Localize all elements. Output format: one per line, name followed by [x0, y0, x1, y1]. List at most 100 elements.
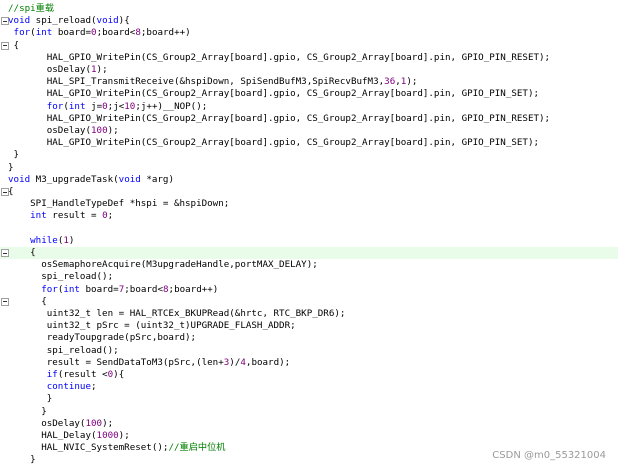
code-token: osSemaphoreAcquire(M3upgradeHandle,portM…	[41, 259, 318, 271]
code-line[interactable]: {	[0, 247, 618, 260]
code-line[interactable]: {	[0, 296, 618, 308]
number-token: 36	[384, 76, 396, 88]
code-token: ;board<	[96, 27, 136, 39]
code-line[interactable]: HAL_GPIO_WritePin(CS_Group2_Array[board]…	[0, 52, 618, 64]
number-token: 100	[85, 417, 103, 429]
code-line[interactable]: spi_reload();	[0, 345, 618, 357]
code-line[interactable]: readyToupgrade(pSrc,board);	[0, 332, 618, 344]
keyword-token: int	[35, 27, 53, 39]
code-line[interactable]: HAL_GPIO_WritePin(CS_Group2_Array[board]…	[0, 137, 618, 149]
code-text: HAL_GPIO_WritePin(CS_Group2_Array[board]…	[8, 113, 550, 125]
code-token: }	[13, 149, 20, 161]
code-line[interactable]: osDelay(1);	[0, 64, 618, 76]
code-text: HAL_GPIO_WritePin(CS_Group2_Array[board]…	[8, 137, 539, 149]
code-line[interactable]: uint32_t pSrc = (uint32_t)UPGRADE_FLASH_…	[0, 320, 618, 332]
code-line[interactable]: }	[0, 393, 618, 405]
code-line[interactable]: void spi_reload(void){	[0, 15, 618, 27]
code-text: uint32_t len = HAL_RTCEx_BKUPRead(&hrtc,…	[8, 308, 346, 320]
code-line[interactable]: {	[0, 40, 618, 52]
code-line[interactable]: }	[0, 406, 618, 418]
code-line[interactable]	[0, 223, 618, 235]
keyword-token: for	[13, 27, 31, 39]
keyword-token: int	[63, 283, 80, 295]
code-text: osDelay(100);	[8, 418, 113, 430]
code-line[interactable]: osSemaphoreAcquire(M3upgradeHandle,portM…	[0, 259, 618, 271]
code-line[interactable]: }	[0, 162, 618, 174]
code-line[interactable]: for(int board=0;board<8;board++)	[0, 27, 618, 39]
keyword-token: void	[118, 173, 141, 185]
code-text: SPI_HandleTypeDef *hspi = &hspiDown;	[8, 198, 229, 210]
code-token: ;	[91, 381, 97, 393]
code-text: }	[8, 149, 20, 161]
code-line[interactable]: for(int j=0;j<10;j++)__NOP();	[0, 101, 618, 113]
code-token: spi_reload(	[30, 15, 97, 27]
code-line[interactable]: HAL_GPIO_WritePin(CS_Group2_Array[board]…	[0, 88, 618, 100]
code-text: osDelay(1);	[8, 64, 108, 76]
comment-token: //重启中位机	[168, 442, 226, 454]
code-line[interactable]: if(result <0){	[0, 369, 618, 381]
code-line[interactable]: continue;	[0, 381, 618, 393]
code-line[interactable]: }	[0, 149, 618, 161]
code-text: //spi重载	[8, 3, 54, 15]
code-line[interactable]: HAL_SPI_TransmitReceive(&hspiDown, SpiSe…	[0, 76, 618, 88]
code-text: HAL_NVIC_SystemReset();//重启中位机	[8, 442, 225, 454]
code-token: board=	[52, 27, 92, 39]
code-line[interactable]: HAL_Delay(1000);	[0, 430, 618, 442]
code-line[interactable]: HAL_GPIO_WritePin(CS_Group2_Array[board]…	[0, 113, 618, 125]
code-line[interactable]: SPI_HandleTypeDef *hspi = &hspiDown;	[0, 198, 618, 210]
code-line[interactable]: spi_reload();	[0, 271, 618, 283]
code-editor[interactable]: //spi重载 void spi_reload(void){ for(int bo…	[0, 0, 618, 465]
code-token: M3_upgradeTask(	[30, 173, 119, 185]
code-text: spi_reload();	[8, 345, 119, 357]
code-line[interactable]: osDelay(100);	[0, 125, 618, 137]
keyword-token: int	[30, 210, 47, 222]
code-line[interactable]: //spi重载	[0, 3, 618, 15]
code-line[interactable]: int result = 0;	[0, 210, 618, 222]
code-text: for(int board=7;board<8;board++)	[8, 284, 218, 296]
code-token: HAL_Delay(	[41, 430, 97, 441]
code-token: );	[406, 76, 418, 88]
code-token: HAL_GPIO_WritePin(CS_Group2_Array[board]…	[46, 112, 551, 124]
code-line[interactable]: uint32_t len = HAL_RTCEx_BKUPRead(&hrtc,…	[0, 308, 618, 320]
code-text: result = SendDataToM3(pSrc,(len+3)/4,boa…	[8, 357, 290, 369]
code-token: result =	[46, 210, 103, 222]
code-token: ){	[113, 369, 125, 380]
code-token: result = SendDataToM3(pSrc,(len+	[46, 356, 224, 368]
code-token: spi_reload();	[41, 271, 114, 283]
keyword-token: while	[30, 234, 58, 246]
code-token: uint32_t pSrc = (uint32_t)UPGRADE_FLASH_…	[46, 320, 296, 332]
code-line[interactable]: result = SendDataToM3(pSrc,(len+3)/4,boa…	[0, 357, 618, 369]
code-line[interactable]: {	[0, 186, 618, 198]
code-token: HAL_GPIO_WritePin(CS_Group2_Array[board]…	[46, 51, 551, 63]
code-token: uint32_t len = HAL_RTCEx_BKUPRead(&hrtc,…	[46, 308, 346, 319]
code-token: HAL_GPIO_WritePin(CS_Group2_Array[board]…	[46, 88, 540, 100]
code-line[interactable]: osDelay(100);	[0, 418, 618, 430]
keyword-token: void	[8, 173, 31, 185]
code-line[interactable]: for(int board=7;board<8;board++)	[0, 284, 618, 296]
code-text: for(int board=0;board<8;board++)	[8, 27, 191, 39]
code-line[interactable]: void M3_upgradeTask(void *arg)	[0, 174, 618, 186]
code-token: );	[96, 64, 108, 75]
code-token: ;	[107, 210, 114, 222]
code-line[interactable]: while(1)	[0, 235, 618, 247]
comment-token: //spi重载	[8, 3, 55, 14]
code-text: HAL_SPI_TransmitReceive(&hspiDown, SpiSe…	[8, 76, 418, 88]
code-token: osDelay(	[46, 125, 91, 136]
code-text: spi_reload();	[8, 271, 113, 283]
code-token: ;board<	[124, 283, 163, 295]
code-token: j=	[85, 100, 103, 112]
code-token: ;board++)	[140, 27, 191, 39]
code-text: readyToupgrade(pSrc,board);	[8, 332, 196, 344]
